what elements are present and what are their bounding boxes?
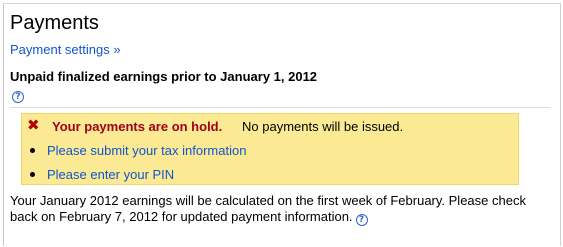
- payment-hold-notice: ✖ Your payments are on hold. No payments…: [21, 113, 519, 185]
- earnings-info: Your January 2012 earnings will be calcu…: [10, 193, 550, 226]
- question-circle-icon[interactable]: ?: [12, 91, 24, 103]
- submit-tax-info-link[interactable]: Please submit your tax information: [47, 143, 246, 158]
- list-item: Please enter your PIN: [30, 167, 174, 183]
- page-title: Payments: [10, 12, 99, 34]
- payment-settings-link[interactable]: Payment settings »: [10, 42, 121, 58]
- enter-pin-link[interactable]: Please enter your PIN: [47, 167, 174, 182]
- hold-message: No payments will be issued.: [242, 119, 404, 134]
- red-x-icon: ✖: [27, 116, 40, 134]
- bullet-icon: [30, 172, 35, 178]
- hold-title: Your payments are on hold.: [52, 119, 223, 134]
- bullet-icon: [30, 148, 35, 154]
- unpaid-earnings-heading: Unpaid finalized earnings prior to Janua…: [10, 69, 318, 84]
- question-circle-icon[interactable]: ?: [355, 214, 368, 226]
- earnings-info-text: Your January 2012 earnings will be calcu…: [10, 193, 526, 224]
- divider: [10, 107, 550, 108]
- list-item: Please submit your tax information: [30, 143, 246, 159]
